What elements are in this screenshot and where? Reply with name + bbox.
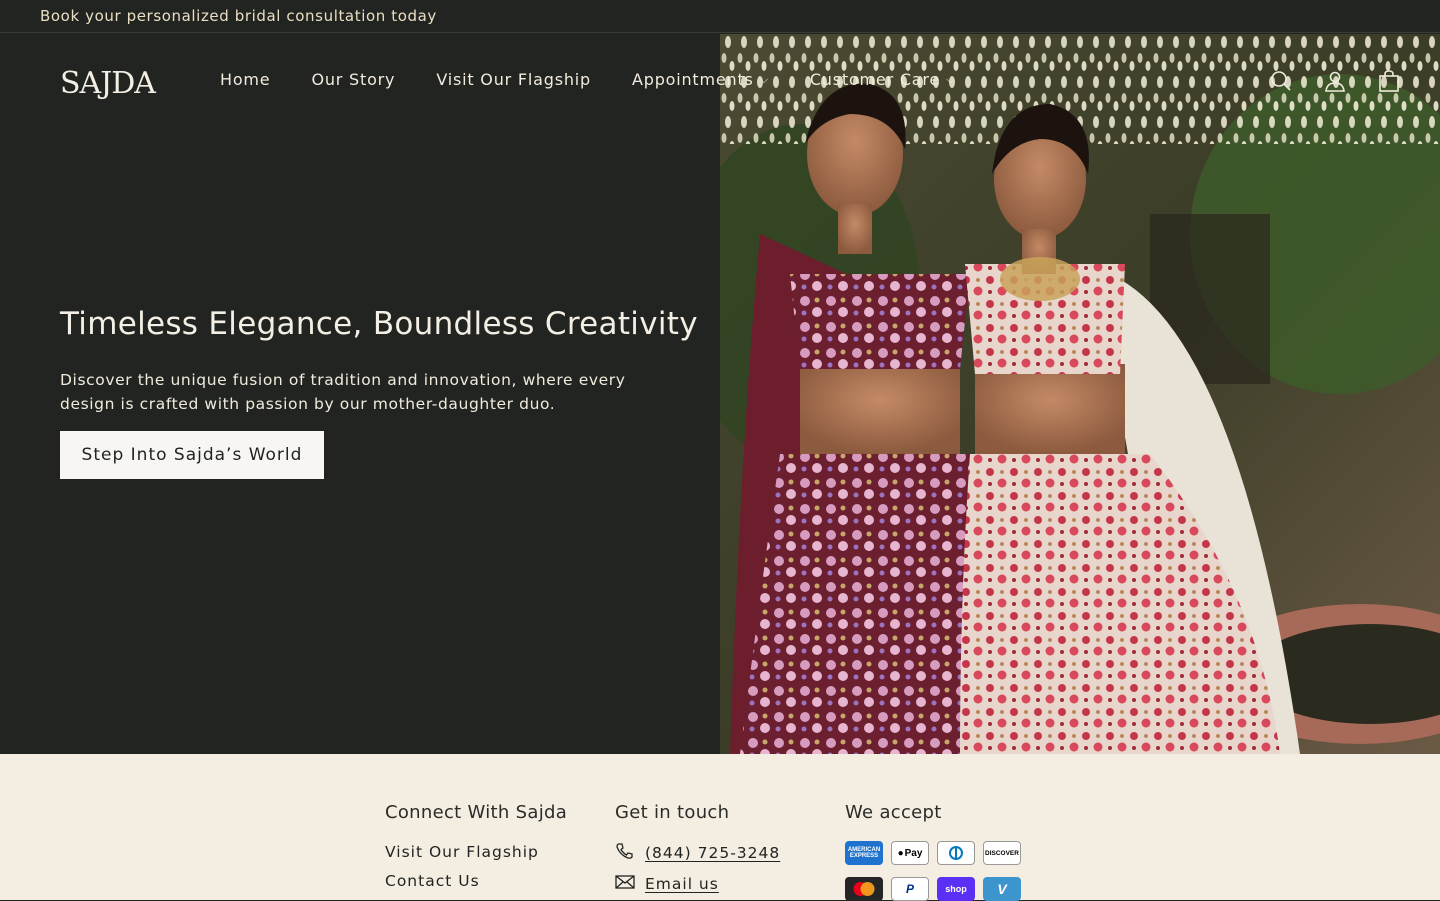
footer-heading: Connect With Sajda [385, 802, 568, 823]
shop-pay-icon: shop [937, 877, 975, 901]
footer-heading: We accept [845, 802, 942, 823]
discover-icon: DISCOVER [983, 841, 1021, 865]
nav-item-label: Visit Our Flagship [436, 70, 591, 89]
venmo-icon: V [983, 877, 1021, 901]
nav-item-label: Our Story [311, 70, 396, 89]
hero-image [720, 34, 1440, 754]
phone-link[interactable]: (844) 725-3248 [645, 844, 780, 862]
nav-item-visit-our-flagship[interactable]: Visit Our Flagship [436, 70, 591, 89]
hero-subtext: Discover the unique fusion of tradition … [60, 371, 626, 413]
footer-connect-column: Connect With Sajda Visit Our Flagship Co… [385, 802, 567, 890]
hero-headline: Timeless Elegance, Boundless Creativity [60, 306, 698, 342]
brand-logo[interactable]: SAJDA [60, 66, 156, 101]
email-link[interactable]: Email us [645, 875, 719, 893]
mastercard-icon [845, 877, 883, 901]
nav-item-our-story[interactable]: Our Story [311, 70, 395, 89]
cart-icon[interactable] [1376, 68, 1402, 94]
contact-phone: (844) 725-3248 [615, 842, 780, 864]
phone-icon [615, 842, 635, 864]
bridal-models-photo [720, 34, 1440, 754]
mail-icon [615, 874, 635, 894]
main-nav: Home Our Story Visit Our Flagship Appoin… [220, 70, 996, 89]
amex-icon: AMERICAN EXPRESS [845, 841, 883, 865]
nav-item-label: Appointments [632, 70, 754, 89]
account-icon[interactable] [1322, 68, 1348, 94]
nav-item-label: Customer Care [809, 70, 941, 89]
contact-email: Email us [615, 874, 780, 894]
nav-item-customer-care[interactable]: Customer Care ⌵ [810, 70, 955, 89]
hero-cta-button[interactable]: Step Into Sajda’s World [60, 431, 324, 479]
search-icon[interactable] [1268, 68, 1294, 94]
apple-pay-icon: ● Pay [891, 841, 929, 865]
announcement-bar: Book your personalized bridal consultati… [0, 0, 1440, 33]
footer-payments-column: We accept [845, 802, 942, 823]
announcement-text: Book your personalized bridal consultati… [40, 7, 437, 25]
apple-logo-icon: ● [897, 847, 904, 859]
nav-item-appointments[interactable]: Appointments ⌵ [632, 70, 769, 89]
diners-club-icon [937, 841, 975, 865]
paypal-icon: P [891, 877, 929, 901]
footer-link-contact-us[interactable]: Contact Us [385, 872, 567, 890]
header-actions [1268, 68, 1402, 94]
chevron-down-icon: ⌵ [946, 72, 956, 86]
chevron-down-icon: ⌵ [759, 72, 769, 86]
footer-contact-column: Get in touch (844) 725-3248 Email us [615, 802, 780, 894]
footer-heading: Get in touch [615, 802, 730, 823]
nav-item-label: Home [220, 70, 271, 89]
apple-pay-label: Pay [904, 847, 923, 859]
nav-item-home[interactable]: Home [220, 70, 270, 89]
footer-link-visit-flagship[interactable]: Visit Our Flagship [385, 843, 567, 861]
